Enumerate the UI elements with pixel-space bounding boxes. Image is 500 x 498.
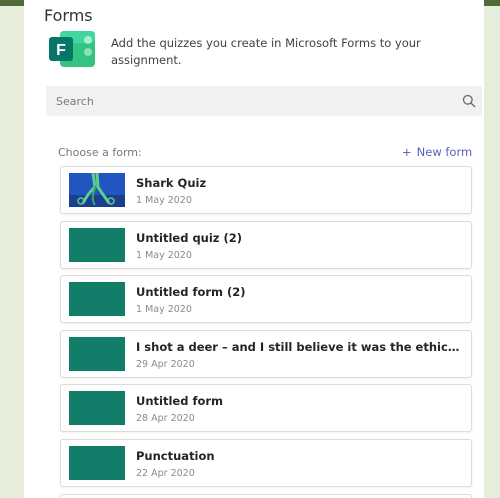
form-thumbnail xyxy=(69,228,125,262)
search-icon[interactable] xyxy=(462,94,476,108)
form-thumbnail xyxy=(69,391,125,425)
form-item-date: 1 May 2020 xyxy=(136,195,192,206)
form-item-i-shot-a-deer[interactable]: I shot a deer – and I still believe it w… xyxy=(60,330,472,378)
form-item-date: 1 May 2020 xyxy=(136,250,192,261)
form-item-untitled-form-2[interactable]: Untitled form (2) 1 May 2020 xyxy=(60,275,472,323)
form-thumbnail xyxy=(69,337,125,371)
form-thumbnail xyxy=(69,446,125,480)
form-item-untitled-form[interactable]: Untitled form 28 Apr 2020 xyxy=(60,384,472,432)
form-thumbnail xyxy=(69,282,125,316)
form-item-punctuation[interactable]: Punctuation 22 Apr 2020 xyxy=(60,439,472,487)
panel-description: Add the quizzes you create in Microsoft … xyxy=(111,36,421,67)
form-item-date: 28 Apr 2020 xyxy=(136,413,195,424)
form-item-shark-quiz[interactable]: Shark Quiz 1 May 2020 xyxy=(60,166,472,214)
shark-thumbnail-image xyxy=(69,173,125,207)
plus-icon: + xyxy=(402,145,412,159)
form-item-title: Untitled quiz (2) xyxy=(136,231,243,245)
form-item-date: 1 May 2020 xyxy=(136,304,192,315)
form-thumbnail-shark-image xyxy=(69,173,125,207)
form-item-title: Shark Quiz xyxy=(136,176,207,190)
forms-panel: Forms F Add the quizzes you create in Mi… xyxy=(24,0,484,498)
form-item-title: Untitled form xyxy=(136,394,223,408)
form-item-partial[interactable] xyxy=(60,494,472,498)
form-item-untitled-quiz-2[interactable]: Untitled quiz (2) 1 May 2020 xyxy=(60,221,472,269)
svg-text:F: F xyxy=(56,42,66,59)
panel-title: Forms xyxy=(44,6,93,25)
choose-form-label: Choose a form: xyxy=(58,146,142,159)
form-item-date: 29 Apr 2020 xyxy=(136,359,195,370)
search-box[interactable] xyxy=(46,86,482,116)
new-form-label: New form xyxy=(416,145,473,159)
new-form-button[interactable]: + New form xyxy=(402,145,472,159)
form-item-title: Punctuation xyxy=(136,449,215,463)
search-input[interactable] xyxy=(46,86,456,116)
form-item-title: Untitled form (2) xyxy=(136,285,246,299)
form-item-title: I shot a deer – and I still believe it w… xyxy=(136,340,466,354)
form-item-date: 22 Apr 2020 xyxy=(136,468,195,479)
microsoft-forms-logo: F xyxy=(49,31,95,67)
